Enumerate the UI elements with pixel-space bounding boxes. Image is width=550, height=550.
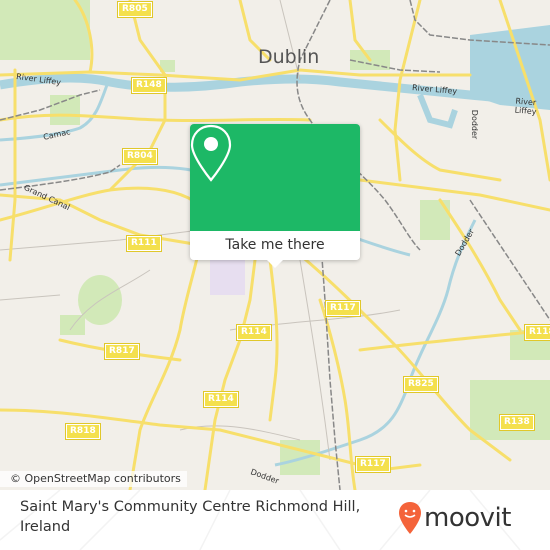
road-label-r111: R111 [126,235,162,252]
map-attribution[interactable]: © OpenStreetMap contributors [0,471,187,487]
grand-canal-dock [417,93,458,129]
moovit-logo[interactable]: moovit [398,498,511,538]
map-canvas[interactable]: Dublin R805 R148 R804 R111 R117 R114 R81… [0,0,550,490]
moovit-pin-icon [399,502,421,534]
institution-area [210,255,245,295]
water-label-liffey: River Liffey [514,96,537,117]
take-me-there-button[interactable]: Take me there [190,231,360,260]
map-pin-icon [190,124,232,182]
river-liffey [0,73,550,107]
road-label-r818: R818 [65,423,101,440]
place-name: Saint Mary's Community Centre Richmond H… [20,499,361,535]
park-area [60,315,85,335]
footer: Saint Mary's Community Centre Richmond H… [0,490,550,550]
popup-header [190,124,360,231]
docklands-water [470,25,550,110]
location-popup: Take me there [190,124,360,268]
road-label-r117: R117 [325,300,361,317]
park-area [50,95,80,125]
road-label-r114: R114 [203,391,239,408]
brand-name: moovit [424,503,511,533]
road-label-r804: R804 [122,148,158,165]
road-label-r805: R805 [117,1,153,18]
road-label-r817: R817 [104,343,140,360]
city-label: Dublin [258,46,320,68]
road-label-r825: R825 [403,376,439,393]
road-label-r118: R118 [524,324,550,341]
road-label-r114: R114 [236,324,272,341]
park-area [470,380,550,440]
park-area [0,0,90,60]
road-label-r117: R117 [355,456,391,473]
water-label-dodder: Dodder [470,109,480,140]
road-label-r138: R138 [499,414,535,431]
popup-pointer [267,260,283,268]
road-label-r148: R148 [131,77,167,94]
